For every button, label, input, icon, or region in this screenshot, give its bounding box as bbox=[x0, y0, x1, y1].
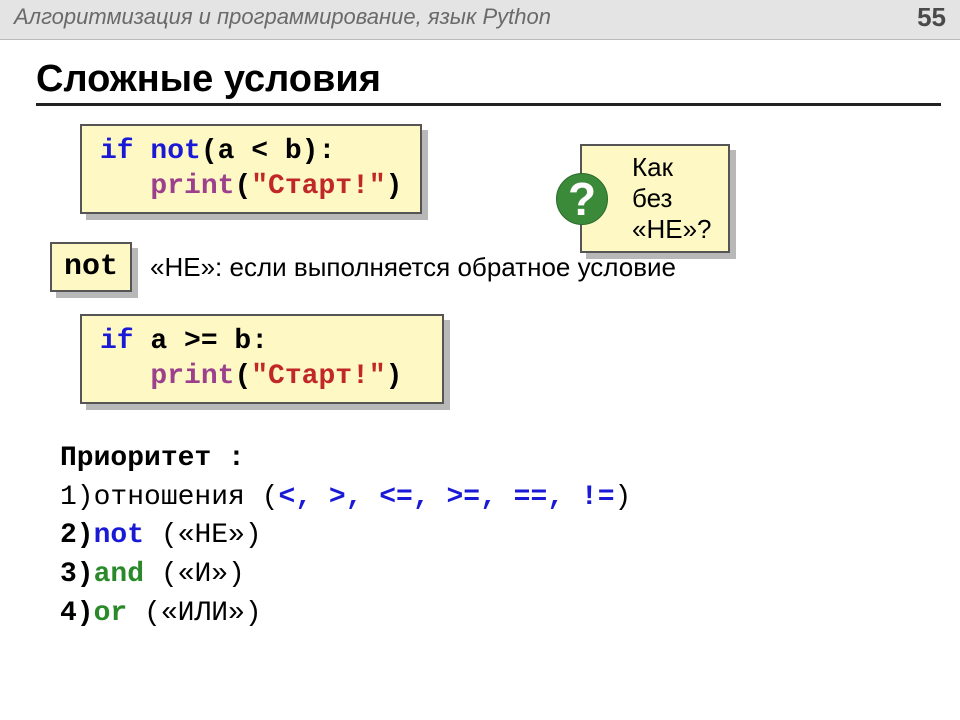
callout-box: ? Как без «НЕ»? bbox=[580, 144, 730, 253]
p3a: 3) bbox=[60, 559, 94, 590]
p2-kw: not bbox=[94, 520, 144, 551]
p3-kw: and bbox=[94, 559, 144, 590]
code-box-2-wrap: if a >= b: print("Старт!") bbox=[80, 314, 444, 404]
callout-box-wrap: ? Как без «НЕ»? bbox=[580, 144, 730, 253]
p1b: ) bbox=[615, 482, 632, 513]
p4a: 4) bbox=[60, 598, 94, 629]
priority-line-3: 3)and («И») bbox=[60, 556, 930, 595]
p1-ops: <, >, <=, >=, ==, != bbox=[278, 482, 614, 513]
page-number: 55 bbox=[917, 2, 946, 33]
p1a: 1)отношения ( bbox=[60, 482, 278, 513]
code-box-2: if a >= b: print("Старт!") bbox=[80, 314, 444, 404]
p2b: («НЕ») bbox=[144, 520, 262, 551]
header-title: Алгоритмизация и программирование, язык … bbox=[14, 4, 551, 30]
code1-expr: (a < b): bbox=[201, 136, 335, 167]
row-code-and-callout: if not(a < b): print("Старт!") ? Как без… bbox=[80, 124, 930, 214]
row-code-2: if a >= b: print("Старт!") bbox=[80, 314, 930, 404]
code1-indent bbox=[100, 171, 150, 202]
slide-title: Сложные условия bbox=[36, 58, 941, 106]
code1-open: ( bbox=[234, 171, 251, 202]
slide-content: Сложные условия if not(a < b): print("Ст… bbox=[0, 40, 960, 633]
not-label-box: not bbox=[50, 242, 132, 292]
not-box-wrap: not bbox=[50, 242, 132, 292]
code2-open: ( bbox=[234, 361, 251, 392]
row-not-explain: not «НЕ»: если выполняется обратное усло… bbox=[50, 242, 930, 292]
p4-kw: or bbox=[94, 598, 128, 629]
code2-close: ) bbox=[386, 361, 403, 392]
code2-expr: a >= b: bbox=[134, 326, 268, 357]
priority-line-2: 2)not («НЕ») bbox=[60, 517, 930, 556]
code-box-1: if not(a < b): print("Старт!") bbox=[80, 124, 422, 214]
code1-close: ) bbox=[386, 171, 403, 202]
code-box-1-wrap: if not(a < b): print("Старт!") bbox=[80, 124, 422, 214]
not-description: «НЕ»: если выполняется обратное условие bbox=[150, 252, 676, 283]
code2-str: "Старт!" bbox=[251, 361, 385, 392]
kw-if: if bbox=[100, 136, 134, 167]
callout-text: Как без «НЕ»? bbox=[632, 152, 712, 244]
slide-header: Алгоритмизация и программирование, язык … bbox=[0, 0, 960, 40]
code1-str: "Старт!" bbox=[251, 171, 385, 202]
priority-line-1: 1)отношения (<, >, <=, >=, ==, !=) bbox=[60, 479, 930, 518]
question-mark-icon: ? bbox=[556, 173, 608, 225]
p4b: («ИЛИ») bbox=[127, 598, 261, 629]
priority-list: Приоритет : 1)отношения (<, >, <=, >=, =… bbox=[60, 440, 930, 633]
p2a: 2) bbox=[60, 520, 94, 551]
priority-heading: Приоритет : bbox=[60, 440, 930, 479]
priority-line-4: 4)or («ИЛИ») bbox=[60, 595, 930, 634]
fn-print: print bbox=[150, 171, 234, 202]
code2-indent bbox=[100, 361, 150, 392]
kw-if-2: if bbox=[100, 326, 134, 357]
p3b: («И») bbox=[144, 559, 245, 590]
fn-print-2: print bbox=[150, 361, 234, 392]
kw-not: not bbox=[150, 136, 200, 167]
